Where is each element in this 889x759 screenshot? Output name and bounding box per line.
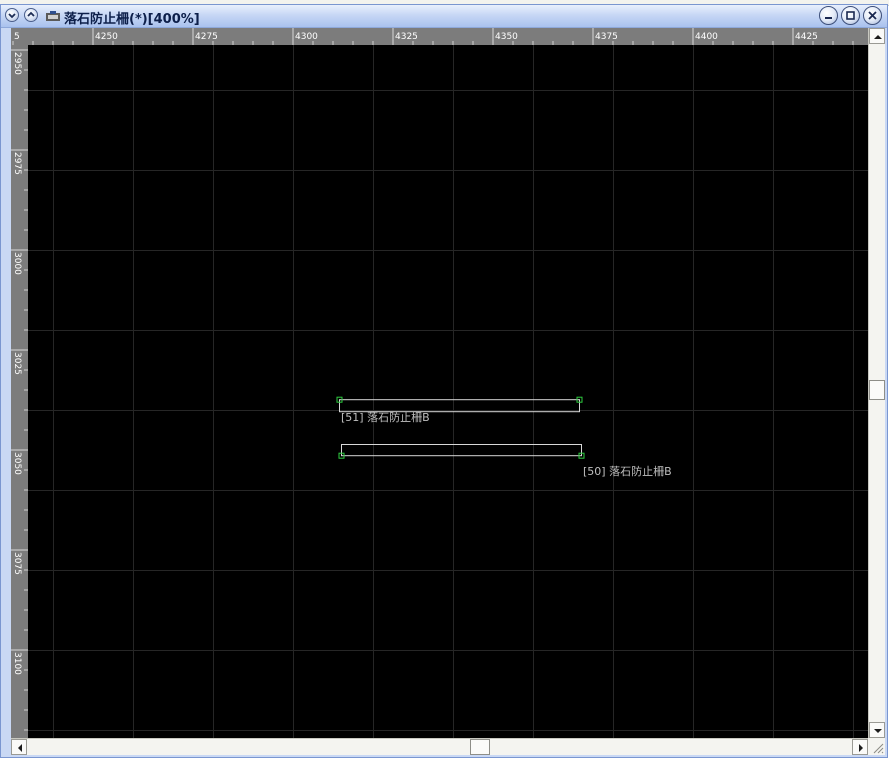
arrow-left-icon [18, 744, 22, 752]
minimize-button[interactable] [819, 6, 838, 25]
ruler-label: 3025 [12, 352, 22, 375]
ruler-label: 4425 [795, 32, 818, 42]
horizontal-ruler: 5 4250 4275 4300 4325 4350 4375 4400 4425 [11, 28, 868, 45]
pin-icon[interactable] [24, 8, 38, 22]
scroll-down-button[interactable] [869, 722, 885, 738]
ruler-label: 3100 [12, 652, 22, 675]
title-bar[interactable]: 落石防止柵(*)[400%] [1, 5, 887, 28]
arrow-down-icon [874, 729, 882, 733]
window-title: 落石防止柵(*)[400%] [64, 12, 200, 27]
fence-outline [339, 399, 580, 413]
ruler-label: 4350 [495, 32, 518, 42]
fence-label: [50] 落石防止柵B [583, 464, 672, 478]
ruler-label: 3000 [12, 252, 22, 275]
horizontal-scroll-thumb[interactable] [470, 739, 490, 755]
vertical-scroll-thumb[interactable] [869, 380, 885, 400]
drawing-surface[interactable]: [51] 落石防止柵B [50] 落石防止柵B [28, 45, 868, 738]
ruler-label: 4375 [595, 32, 618, 42]
ruler-label: 3050 [12, 452, 22, 475]
horizontal-ruler-scale: 5 4250 4275 4300 4325 4350 4375 4400 4425 [12, 28, 854, 45]
drawing-window: 落石防止柵(*)[400%] 5 4250 4275 4300 4325 4350 4375… [0, 4, 888, 758]
ruler-label: 2975 [12, 152, 22, 175]
ruler-label: 4400 [695, 32, 718, 42]
horizontal-scrollbar[interactable] [11, 738, 868, 755]
vertical-scrollbar[interactable] [868, 28, 885, 738]
resize-grip[interactable] [868, 738, 885, 755]
close-button[interactable] [863, 6, 882, 25]
ruler-label: 2950 [12, 52, 22, 75]
resize-grip-icon [873, 743, 884, 754]
vertical-ruler: 2950 2975 3000 3025 3050 3075 3100 [11, 45, 28, 738]
fence-object-50[interactable]: [50] 落石防止柵B [338, 444, 672, 479]
ruler-label: 5 [14, 32, 20, 42]
ruler-label: 4300 [295, 32, 318, 42]
drawing-canvas[interactable]: [51] 落石防止柵B [50] 落石防止柵B [28, 45, 868, 738]
window-menu-icon[interactable] [5, 8, 19, 22]
fence-outline [341, 444, 582, 457]
ruler-label: 4325 [395, 32, 418, 42]
ruler-label: 4250 [95, 32, 118, 42]
close-icon [868, 11, 877, 20]
ruler-label: 4275 [195, 32, 218, 42]
app-icon [45, 9, 61, 23]
arrow-up-icon [874, 35, 882, 39]
scroll-up-button[interactable] [869, 28, 885, 44]
restore-icon [846, 11, 855, 20]
restore-button[interactable] [841, 6, 860, 25]
ruler-label: 3075 [12, 552, 22, 575]
fence-label: [51] 落石防止柵B [341, 410, 430, 424]
arrow-right-icon [859, 744, 863, 752]
scroll-right-button[interactable] [852, 739, 868, 755]
vertical-ruler-scale: 2950 2975 3000 3025 3050 3075 3100 [11, 49, 28, 731]
scroll-left-button[interactable] [11, 739, 27, 755]
minimize-icon [825, 17, 832, 19]
